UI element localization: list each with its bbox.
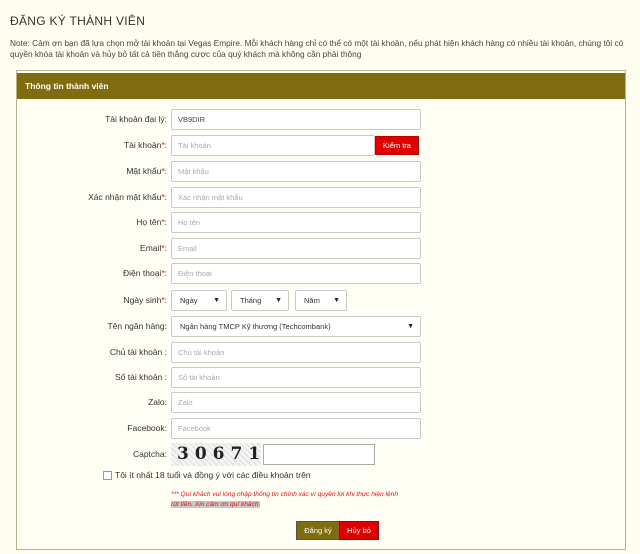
facebook-label: Facebook: [127,423,167,433]
username-label-text: Tài khoản [123,140,162,150]
captcha-input[interactable] [263,444,375,465]
page-title: ĐĂNG KÝ THÀNH VIÊN [10,14,146,28]
bank-select[interactable]: Ngân hàng TMCP Kỹ thương (Techcombank) ▼ [171,316,421,337]
birthday-month-select[interactable]: Tháng ▼ [231,290,289,311]
page-note: Note: Cảm ơn bạn đã lựa chọn mở tài khoả… [10,38,624,59]
row-account-holder: Chủ tài khoản : [17,342,625,364]
fullname-label: Họ tên*: [136,217,167,227]
facebook-input[interactable] [171,418,421,439]
birthday-day-select[interactable]: Ngày ▼ [171,290,227,311]
captcha-label: Captcha: [132,449,167,459]
agree-checkbox[interactable] [103,471,112,480]
agent-input[interactable] [171,109,421,130]
account-number-input[interactable] [171,367,421,388]
register-button[interactable]: Đăng ký [296,521,340,540]
warning-text: *** Quí khách vui lòng nhập thông tin ch… [171,491,398,508]
row-username: Tài khoản*: Kiểm tra [17,135,625,157]
row-email: Email*: [17,238,625,260]
bank-label: Tên ngân hàng: [107,321,167,331]
check-username-button[interactable]: Kiểm tra [375,136,419,155]
row-password: Mật khẩu*: [17,161,625,183]
row-captcha: Captcha: 30671 [17,443,625,466]
row-bank: Tên ngân hàng: Ngân hàng TMCP Kỹ thương … [17,316,625,338]
account-holder-input[interactable] [171,342,421,363]
password-input[interactable] [171,161,421,182]
registration-panel: Thông tin thành viên Tài khoản đại lý: T… [16,70,626,550]
row-phone: Điện thoại*: [17,263,625,285]
row-facebook: Facebook: [17,418,625,440]
password-label: Mật khẩu*: [126,166,167,176]
row-fullname: Họ tên*: [17,212,625,234]
agent-label: Tài khoản đại lý: [105,114,167,124]
confirm-password-label: Xác nhận mật khẩu*: [88,192,167,202]
caret-down-icon: ▼ [333,297,340,304]
row-agent: Tài khoản đại lý: [17,109,625,131]
confirm-password-input[interactable] [171,187,421,208]
email-input[interactable] [171,238,421,259]
cancel-button[interactable]: Hủy bỏ [339,521,379,540]
phone-input[interactable] [171,263,421,284]
email-label: Email*: [140,243,167,253]
panel-header: Thông tin thành viên [17,73,625,99]
phone-label: Điện thoại*: [123,268,167,278]
caret-down-icon: ▼ [275,297,282,304]
zalo-label: Zalo: [148,397,167,407]
row-account-number: Số tài khoản : [17,367,625,389]
caret-down-icon: ▼ [213,297,220,304]
fullname-input[interactable] [171,212,421,233]
row-zalo: Zalo: [17,392,625,414]
caret-down-icon: ▼ [407,323,414,330]
row-birthday: Ngày sinh*: Ngày ▼ Tháng ▼ Năm ▼ [17,290,625,312]
row-confirm-password: Xác nhận mật khẩu*: [17,187,625,209]
username-input[interactable] [171,135,375,156]
account-holder-label: Chủ tài khoản : [109,347,167,357]
username-label: Tài khoản*: [123,140,167,150]
birthday-label: Ngày sinh*: [123,295,168,305]
captcha-image: 30671 [171,443,261,466]
zalo-input[interactable] [171,392,421,413]
birthday-year-select[interactable]: Năm ▼ [295,290,347,311]
agree-label: Tôi ít nhất 18 tuổi và đồng ý với các đi… [115,470,311,480]
account-number-label: Số tài khoản : [115,372,167,382]
